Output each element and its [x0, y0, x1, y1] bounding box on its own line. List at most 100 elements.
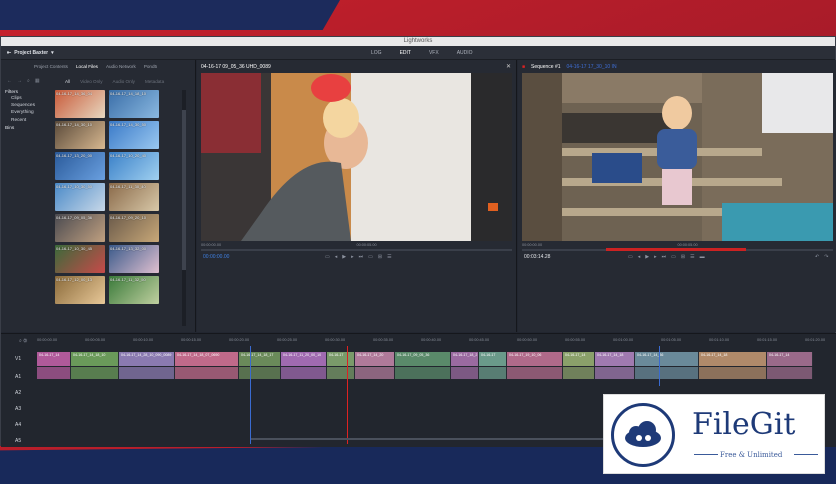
step-forward-icon[interactable]: ▸ [654, 254, 657, 260]
tab-vfx[interactable]: VFX [429, 50, 439, 56]
step-back-icon[interactable]: ◂ [638, 254, 641, 260]
track-label-a4[interactable]: A4 [15, 422, 21, 428]
mark-in-icon[interactable]: ▭ [325, 254, 330, 260]
mark-out-icon[interactable]: ▭ [368, 254, 373, 260]
track-label-a1[interactable]: A1 [15, 374, 21, 380]
timeline-audio-clip[interactable] [595, 367, 635, 379]
replace-icon[interactable]: ☰ [387, 254, 391, 260]
timeline-clip[interactable]: 04-16-17_14_18_10 [71, 352, 119, 366]
timeline-clip[interactable]: 04-16-17_14 [37, 352, 71, 366]
clip-thumbnail[interactable]: 04-16-17_10_20_40 [109, 152, 159, 180]
forward-icon[interactable]: → [17, 78, 22, 84]
mark-in-icon[interactable]: ▭ [628, 254, 633, 260]
track-label-a3[interactable]: A3 [15, 406, 21, 412]
step-forward-icon[interactable]: ▸ [351, 254, 354, 260]
timeline-audio-clip[interactable] [355, 367, 395, 379]
search-icon[interactable]: ⌕ [27, 78, 30, 84]
timeline-audio-clip[interactable] [563, 367, 595, 379]
timeline-clip[interactable]: 04-16-17_14 [563, 352, 595, 366]
timeline-clip[interactable]: 04-16-17_14_18_07_0690 [175, 352, 239, 366]
clip-thumbnail[interactable]: 04-16-17_09_05_36 [55, 214, 105, 242]
exit-icon[interactable]: ⇤ [7, 50, 11, 56]
audio-icon[interactable]: ▬ [700, 254, 705, 260]
library-scrollbar[interactable] [182, 90, 186, 326]
clip-thumbnail[interactable]: 04-16-17_11_32_50 [109, 276, 159, 304]
bins-heading[interactable]: Bins [5, 126, 47, 131]
library-subtab-all[interactable]: All [65, 79, 70, 84]
library-tab-audio-network[interactable]: Audio Network [106, 64, 136, 69]
timeline-audio-clip[interactable] [395, 367, 451, 379]
timeline-clip[interactable]: 04-16-17 [479, 352, 507, 366]
timeline-clip[interactable]: 04-16-17_11_20_00_10 [281, 352, 327, 366]
track-label-a5[interactable]: A5 [15, 438, 21, 444]
mark-out-icon[interactable]: ▭ [671, 254, 676, 260]
record-video-frame[interactable] [522, 73, 833, 241]
track-label-a2[interactable]: A2 [15, 390, 21, 396]
timeline-audio-clip[interactable] [71, 367, 119, 379]
clip-thumbnail[interactable]: 04-16-17_14_30_10 [55, 121, 105, 149]
skip-forward-icon[interactable]: ⏭ [359, 254, 364, 260]
filter-item-clips[interactable]: Clips [5, 95, 47, 102]
timeline-clip[interactable]: 04-16-17_14_18 [699, 352, 767, 366]
source-timecode[interactable]: 00:00:00.00 [203, 254, 229, 260]
timeline-audio-clip[interactable] [327, 367, 355, 379]
library-tab-project-contents[interactable]: Project Contents [34, 64, 68, 69]
timeline-clip[interactable]: 04-16-17_09_05_36 [395, 352, 451, 366]
project-selector[interactable]: ⇤ Project Baxter ▾ [7, 50, 54, 56]
clip-thumbnail[interactable]: 04-16-17_10_30_50 [55, 183, 105, 211]
source-video-frame[interactable] [201, 73, 512, 241]
clip-thumbnail[interactable]: 04-16-17_14_18_10 [109, 90, 159, 118]
timeline-audio-clip[interactable] [699, 367, 767, 379]
library-tab-local-files[interactable]: Local Files [76, 64, 98, 69]
timeline-clip[interactable]: 04-16-17_14_36 [635, 352, 699, 366]
tab-edit[interactable]: EDIT [400, 50, 411, 56]
clip-thumbnail[interactable]: 04-16-17_13_20_00 [55, 152, 105, 180]
clip-thumbnail[interactable]: 04-16-17_09_20_10 [109, 214, 159, 242]
insert-icon[interactable]: ⊞ [378, 254, 382, 260]
timeline-playhead[interactable] [347, 346, 348, 444]
clip-thumbnail[interactable]: 04-16-17_14_36_04 [55, 90, 105, 118]
play-icon[interactable]: ▶ [342, 254, 346, 260]
grid-view-icon[interactable]: ▦ [35, 78, 40, 84]
timeline-clip[interactable]: 04-16-17_14 [767, 352, 813, 366]
timeline-audio-clip[interactable] [635, 367, 699, 379]
timeline-audio-clip[interactable] [119, 367, 175, 379]
clip-thumbnail[interactable]: 04-16-17_14_30_50 [109, 121, 159, 149]
redo-icon[interactable]: ↷ [824, 254, 828, 260]
settings-icon[interactable]: ⚙ [23, 338, 27, 344]
timeline-clip[interactable]: 04-16-17_19_10_06 [507, 352, 563, 366]
timeline-clip[interactable]: 04-16-17_14_18_17 [239, 352, 281, 366]
tab-log[interactable]: LOG [371, 50, 382, 56]
replace-icon[interactable]: ☰ [690, 254, 694, 260]
timeline-scrollbar[interactable] [251, 438, 611, 440]
timeline-audio-clip[interactable] [767, 367, 813, 379]
skip-forward-icon[interactable]: ⏭ [662, 254, 667, 260]
timeline-clip[interactable]: 04-16-17_14_18 [595, 352, 635, 366]
timeline-audio-clip[interactable] [175, 367, 239, 379]
close-icon[interactable]: ✕ [506, 63, 511, 70]
clip-thumbnail[interactable]: 04-16-17_10_30_45 [55, 245, 105, 273]
library-subtab-video-only[interactable]: Video Only [80, 79, 102, 84]
library-tab-pond5[interactable]: Pond5 [144, 64, 157, 69]
timeline-audio-clip[interactable] [451, 367, 479, 379]
timeline-audio-clip[interactable] [281, 367, 327, 379]
library-subtab-metadata[interactable]: Metadata [145, 79, 164, 84]
timeline-audio-clip[interactable] [239, 367, 281, 379]
timeline-audio-clip[interactable] [507, 367, 563, 379]
clip-thumbnail[interactable]: 04-16-17_13_32_00 [109, 245, 159, 273]
record-timecode[interactable]: 00:03:14.28 [524, 254, 550, 260]
tab-audio[interactable]: AUDIO [457, 50, 473, 56]
timeline-audio-clip[interactable] [479, 367, 507, 379]
timeline-clip[interactable]: 04-16-17 [327, 352, 355, 366]
undo-icon[interactable]: ↶ [815, 254, 819, 260]
timeline-audio-clip[interactable] [37, 367, 71, 379]
clip-thumbnail[interactable]: 04-16-17_11_30_40 [109, 183, 159, 211]
filter-item-recent[interactable]: Recent [5, 117, 47, 124]
insert-icon[interactable]: ⊞ [681, 254, 685, 260]
play-icon[interactable]: ▶ [645, 254, 649, 260]
timeline-ruler[interactable]: 00:00:00.00 00:00:05.00 00:00:10.00 00:00:1… [37, 338, 836, 346]
clip-thumbnail[interactable]: 04-16-17_12_00_13 [55, 276, 105, 304]
back-icon[interactable]: ← [7, 78, 12, 84]
track-label-v1[interactable]: V1 [15, 356, 21, 362]
filter-item-everything[interactable]: Everything [5, 109, 47, 116]
